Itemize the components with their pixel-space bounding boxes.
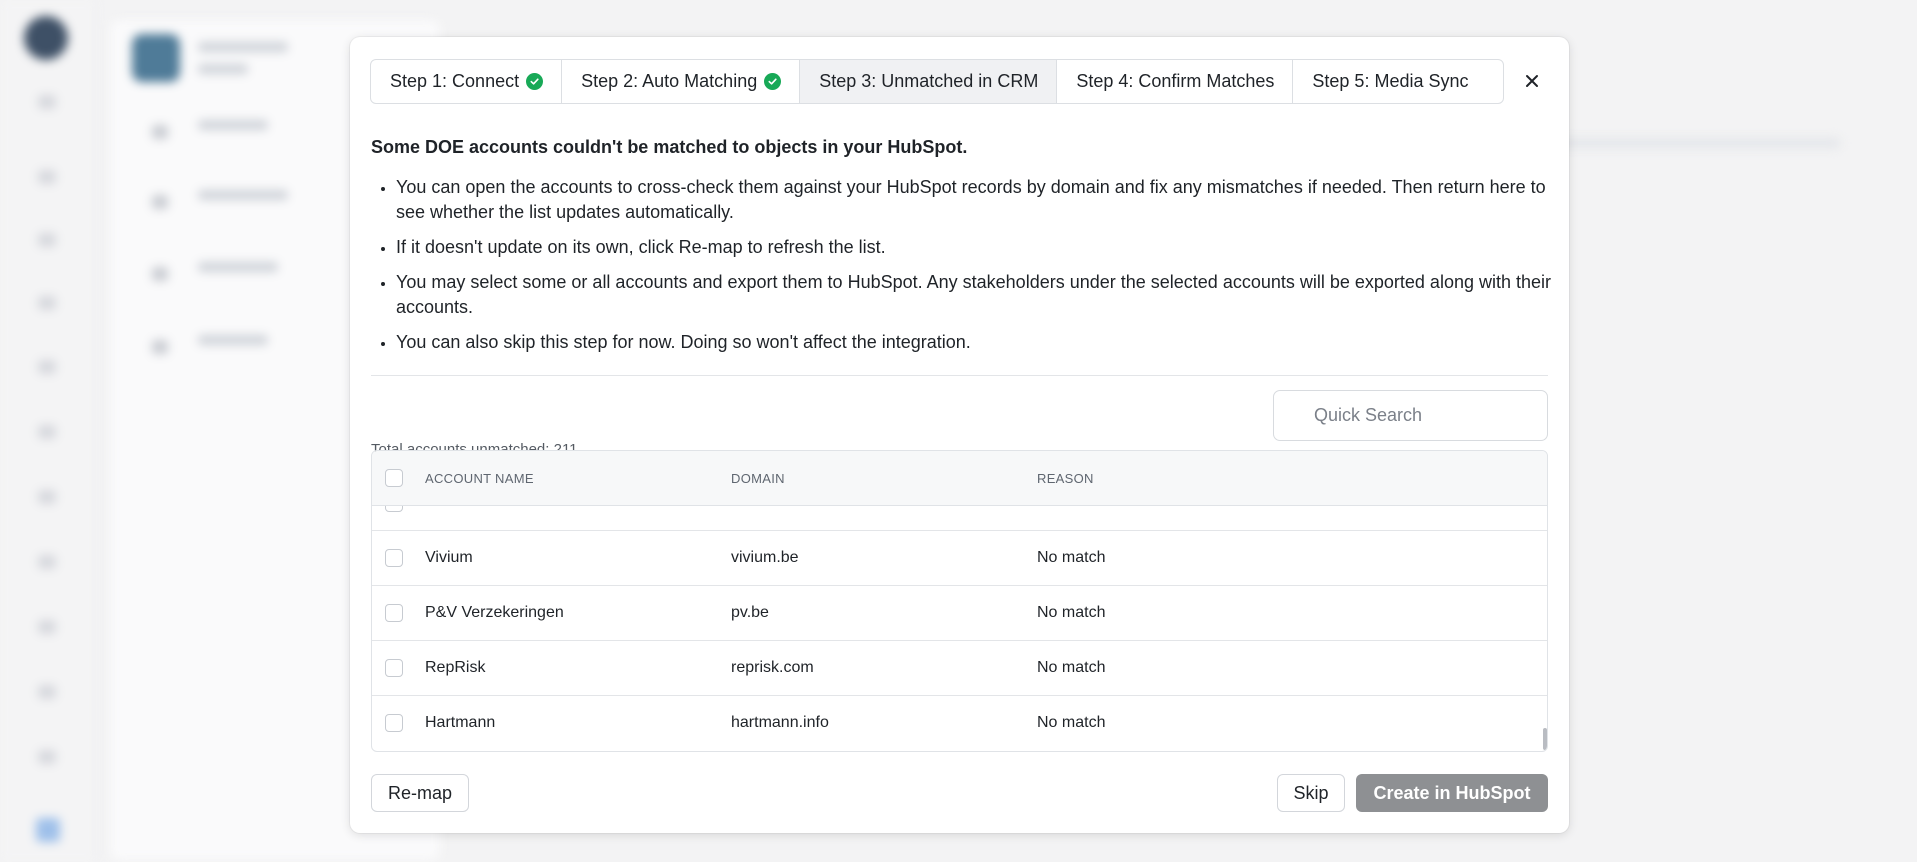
step-label: Step 4: Confirm Matches	[1076, 71, 1275, 91]
rail-icon	[38, 555, 56, 569]
quick-search-input[interactable]	[1273, 390, 1548, 441]
table-row[interactable]: P&V Verzekeringen pv.be No match	[372, 586, 1547, 641]
row-checkbox[interactable]	[385, 659, 403, 677]
table-scrollbar[interactable]	[1542, 506, 1547, 751]
domain-cell: pv.be	[731, 604, 769, 621]
rail-icon	[38, 620, 56, 634]
row-checkbox[interactable]	[385, 714, 403, 732]
tab-step-5-media-sync[interactable]: Step 5: Media Sync	[1293, 60, 1503, 103]
domain-cell: hartmann.info	[731, 714, 829, 731]
tab-step-3-unmatched-in-crm[interactable]: Step 3: Unmatched in CRM	[800, 60, 1058, 103]
org-logo	[132, 34, 180, 82]
reason-cell: No match	[1037, 714, 1106, 731]
nav-icon	[152, 340, 168, 354]
intro-text: Some DOE accounts couldn't be matched to…	[371, 137, 968, 157]
create-in-hubspot-button[interactable]: Create in HubSpot	[1356, 774, 1548, 812]
rail-icon	[38, 233, 56, 247]
background-nav-rail	[0, 0, 96, 862]
step-tabs: Step 1: Connect Step 2: Auto Matching St…	[370, 59, 1504, 104]
account-name-cell[interactable]: RepRisk	[425, 641, 485, 695]
column-header-account-name[interactable]: ACCOUNT NAME	[425, 451, 534, 505]
rail-icon	[38, 170, 56, 184]
instruction-item: If it doesn't update on its own, click R…	[396, 235, 1576, 260]
rail-active-icon	[36, 818, 60, 842]
rail-icon	[38, 685, 56, 699]
scrollbar-thumb[interactable]	[1543, 728, 1547, 750]
account-name-cell[interactable]: Vivium	[425, 531, 473, 585]
table-row[interactable]: Hartmann hartmann.info No match	[372, 696, 1547, 751]
row-checkbox[interactable]	[385, 604, 403, 622]
check-circle-icon	[526, 73, 544, 90]
rail-icon	[38, 95, 56, 109]
rail-icon	[38, 425, 56, 439]
tab-step-4-confirm-matches[interactable]: Step 4: Confirm Matches	[1057, 60, 1294, 103]
domain-cell: reprisk.com	[731, 659, 814, 676]
select-all-checkbox[interactable]	[385, 469, 403, 487]
nav-line	[198, 262, 278, 272]
step-label: Step 5: Media Sync	[1312, 71, 1469, 91]
instruction-item: You can open the accounts to cross-check…	[396, 175, 1576, 225]
section-divider	[371, 375, 1548, 376]
user-avatar	[24, 16, 68, 60]
table-row[interactable]: RepRisk reprisk.com No match	[372, 641, 1547, 696]
account-name-cell[interactable]: P&V Verzekeringen	[425, 586, 564, 640]
remap-button[interactable]: Re-map	[371, 774, 469, 812]
check-circle-icon	[764, 73, 782, 90]
rail-icon	[38, 750, 56, 764]
table-row	[372, 506, 1547, 531]
column-header-domain[interactable]: DOMAIN	[731, 451, 785, 505]
table-row[interactable]: Vivium vivium.be No match	[372, 531, 1547, 586]
nav-line	[198, 120, 268, 130]
skip-button[interactable]: Skip	[1277, 774, 1345, 812]
instruction-item: You can also skip this step for now. Doi…	[396, 330, 1576, 355]
account-name-cell[interactable]: Hartmann	[425, 696, 495, 750]
tab-step-1-connect[interactable]: Step 1: Connect	[371, 60, 563, 103]
org-sub-placeholder	[198, 64, 248, 74]
tab-step-2-auto-matching[interactable]: Step 2: Auto Matching	[562, 60, 801, 103]
column-header-reason[interactable]: REASON	[1037, 451, 1094, 505]
step-label: Step 3: Unmatched in CRM	[819, 71, 1039, 91]
step-label: Step 1: Connect	[390, 71, 520, 91]
unmatched-accounts-modal: Step 1: Connect Step 2: Auto Matching St…	[350, 37, 1569, 833]
rail-icon	[38, 490, 56, 504]
table-header: ACCOUNT NAME DOMAIN REASON	[372, 451, 1547, 506]
reason-cell: No match	[1037, 549, 1106, 566]
reason-cell: No match	[1037, 604, 1106, 621]
unmatched-accounts-table: ACCOUNT NAME DOMAIN REASON Vivium vivium…	[371, 450, 1548, 752]
close-icon	[1526, 75, 1538, 87]
rail-icon	[38, 360, 56, 374]
org-name-placeholder	[198, 42, 288, 52]
reason-cell: No match	[1037, 659, 1106, 676]
instructions-list: You can open the accounts to cross-check…	[371, 175, 1576, 365]
nav-line	[198, 335, 268, 345]
row-checkbox[interactable]	[385, 549, 403, 567]
table-body: Vivium vivium.be No match P&V Verzekerin…	[372, 506, 1547, 751]
domain-cell: vivium.be	[731, 549, 799, 566]
nav-icon	[152, 267, 168, 281]
nav-icon	[152, 125, 168, 139]
nav-icon	[152, 195, 168, 209]
step-label: Step 2: Auto Matching	[581, 71, 758, 91]
instruction-item: You may select some or all accounts and …	[396, 270, 1576, 320]
rail-icon	[38, 296, 56, 310]
row-checkbox[interactable]	[385, 506, 403, 512]
nav-line	[198, 190, 288, 200]
close-button[interactable]	[1516, 65, 1548, 97]
